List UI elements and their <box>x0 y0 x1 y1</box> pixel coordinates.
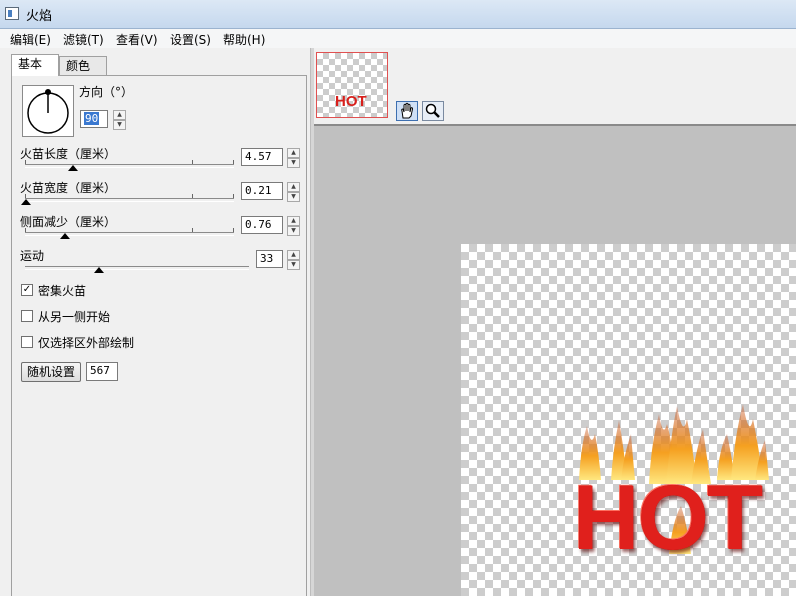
spin-down-icon[interactable]: ▼ <box>287 158 300 168</box>
flame-length-spinner[interactable]: ▲ ▼ <box>287 148 300 168</box>
direction-dial[interactable] <box>22 85 74 137</box>
outside-only-checkbox[interactable] <box>21 336 33 348</box>
motion-thumb[interactable] <box>94 267 104 273</box>
random-seed-input[interactable]: 567 <box>86 362 118 381</box>
thumbnail-text: HOT <box>335 93 367 110</box>
preview-thumbnail[interactable]: HOT <box>316 52 388 118</box>
dense-checkbox[interactable]: ✓ <box>21 284 33 296</box>
dense-label: 密集火苗 <box>38 284 87 298</box>
menu-help[interactable]: 帮助(H) <box>223 31 265 48</box>
motion-input[interactable]: 33 <box>256 250 283 268</box>
flame-width-label: 火苗宽度（厘米） <box>20 181 117 195</box>
spin-down-icon[interactable]: ▼ <box>287 226 300 236</box>
tab-basic[interactable]: 基本 <box>11 54 59 76</box>
spin-down-icon[interactable]: ▼ <box>287 192 300 202</box>
menu-bar: 编辑(E) 滤镜(T) 查看(V) 设置(S) 帮助(H) <box>0 29 796 49</box>
spin-down-icon[interactable]: ▼ <box>287 260 300 270</box>
hand-tool-button[interactable] <box>396 101 418 121</box>
direction-input[interactable]: 90 <box>80 110 108 128</box>
flame-length-input[interactable]: 4.57 <box>241 148 283 166</box>
tab-color[interactable]: 颜色 <box>59 56 107 76</box>
motion-slider[interactable] <box>25 266 249 270</box>
hand-icon <box>401 102 414 119</box>
outside-only-label: 仅选择区外部绘制 <box>38 336 135 350</box>
random-button[interactable]: 随机设置 <box>21 362 81 382</box>
flame-width-spinner[interactable]: ▲ ▼ <box>287 182 300 202</box>
canvas-text: HOT <box>573 467 763 569</box>
zoom-tool-button[interactable] <box>422 101 444 121</box>
flame-length-thumb[interactable] <box>68 165 78 171</box>
dial-icon <box>27 89 69 134</box>
motion-spinner[interactable]: ▲ ▼ <box>287 250 300 270</box>
title-bar: 火焰 <box>0 0 796 29</box>
side-reduce-input[interactable]: 0.76 <box>241 216 283 234</box>
menu-filter[interactable]: 滤镜(T) <box>63 31 104 48</box>
magnifier-icon <box>425 103 440 118</box>
preview-canvas[interactable]: HOT <box>461 244 796 596</box>
spin-up-icon[interactable]: ▲ <box>287 216 300 226</box>
menu-edit[interactable]: 编辑(E) <box>10 31 51 48</box>
spin-up-icon[interactable]: ▲ <box>113 110 126 120</box>
side-reduce-slider[interactable] <box>25 232 234 236</box>
menu-settings[interactable]: 设置(S) <box>170 31 211 48</box>
window-title: 火焰 <box>26 9 53 24</box>
flame-width-input[interactable]: 0.21 <box>241 182 283 200</box>
spin-up-icon[interactable]: ▲ <box>287 182 300 192</box>
side-reduce-thumb[interactable] <box>60 233 70 239</box>
menu-view[interactable]: 查看(V) <box>116 31 158 48</box>
spin-down-icon[interactable]: ▼ <box>113 120 126 130</box>
direction-label: 方向（°） <box>79 85 134 99</box>
other-side-checkbox[interactable] <box>21 310 33 322</box>
spin-up-icon[interactable]: ▲ <box>287 250 300 260</box>
flame-length-slider[interactable] <box>25 164 234 168</box>
flame-length-label: 火苗长度（厘米） <box>20 147 117 161</box>
app-icon <box>5 7 19 20</box>
flame-width-slider[interactable] <box>25 198 234 202</box>
spin-up-icon[interactable]: ▲ <box>287 148 300 158</box>
side-reduce-spinner[interactable]: ▲ ▼ <box>287 216 300 236</box>
flame-width-thumb[interactable] <box>21 199 31 205</box>
other-side-label: 从另一侧开始 <box>38 310 111 324</box>
motion-label: 运动 <box>20 249 45 263</box>
direction-spinner[interactable]: ▲ ▼ <box>113 110 126 130</box>
direction-value: 90 <box>84 112 100 125</box>
side-reduce-label: 侧面减少（厘米） <box>20 215 117 229</box>
